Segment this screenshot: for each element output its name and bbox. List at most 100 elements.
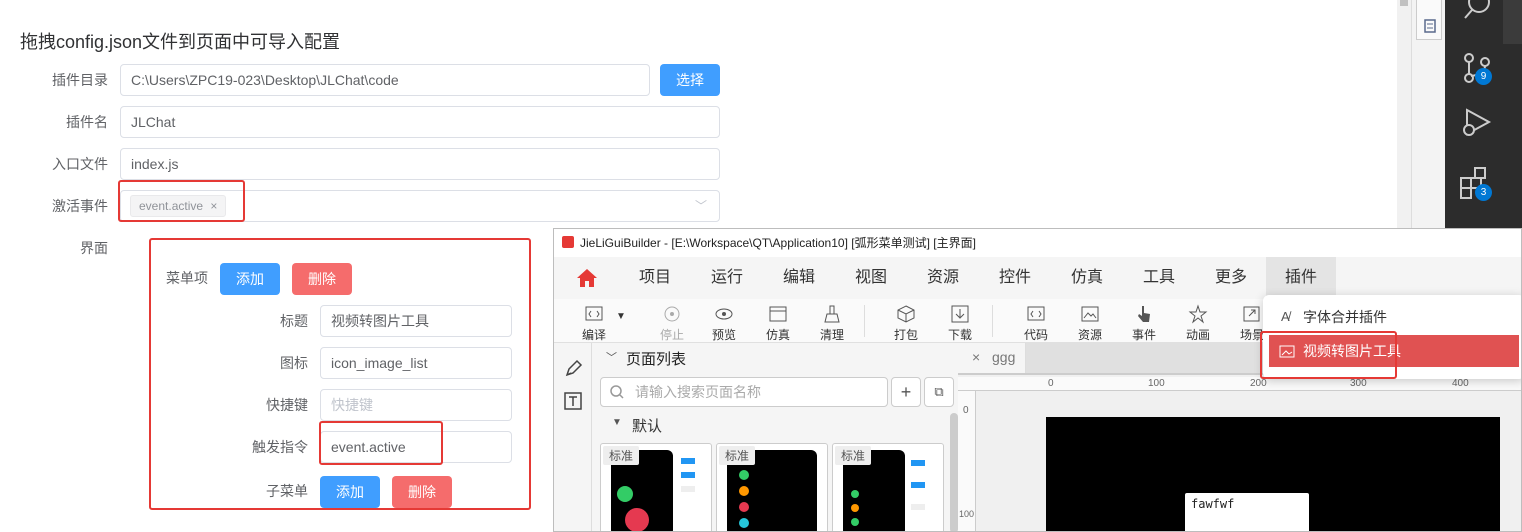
page-list-title: 页面列表	[626, 351, 687, 368]
run-debug-icon[interactable]	[1461, 106, 1495, 140]
search-icon[interactable]	[1457, 0, 1497, 26]
app-logo-icon	[562, 236, 574, 248]
link-icon[interactable]: ⧉	[924, 377, 954, 407]
ruler-label: 0	[963, 405, 969, 416]
ruler-label: 0	[1048, 378, 1054, 389]
highlight-box-trigger	[319, 421, 443, 465]
expand-icon[interactable]: ▼	[612, 417, 622, 428]
menu-more[interactable]: 更多	[1200, 257, 1262, 299]
tool-label: 编译	[581, 328, 606, 342]
highlight-box-dropdown	[1260, 331, 1397, 379]
tool-resource[interactable]: 资源	[1064, 299, 1116, 343]
star-icon	[1188, 304, 1208, 324]
left-ruler: 0 100	[958, 391, 976, 531]
tool-simulate[interactable]: 仿真	[752, 299, 804, 343]
menu-widget[interactable]: 控件	[984, 257, 1046, 299]
add-menu-item-button[interactable]: 添加	[220, 263, 280, 295]
menu-simulate[interactable]: 仿真	[1056, 257, 1118, 299]
tool-event[interactable]: 事件	[1118, 299, 1170, 343]
menu-title-input[interactable]: 视频转图片工具	[320, 305, 512, 337]
ruler-label: 400	[1452, 378, 1469, 389]
pen-icon[interactable]	[563, 357, 585, 379]
font-icon: A̸	[1281, 309, 1290, 324]
menu-items-label: 菜单项	[166, 270, 208, 286]
page-search-input[interactable]: 请输入搜索页面名称	[600, 377, 888, 407]
menu-run[interactable]: 运行	[696, 257, 758, 299]
page-list-panel: ﹀ 页面列表 请输入搜索页面名称 + ⧉ ▼ 默认 标准 标准 标准	[592, 343, 958, 531]
tool-label: 打包	[893, 328, 918, 342]
tool-code[interactable]: 代码	[1010, 299, 1062, 343]
entry-file-input[interactable]: index.js	[120, 148, 720, 180]
close-icon[interactable]: ×	[972, 349, 980, 365]
dropdown-item-font-merge[interactable]: A̸ 字体合并插件	[1269, 301, 1519, 333]
builder-title: JieLiGuiBuilder - [E:\Workspace\QT\Appli…	[580, 236, 976, 250]
text-icon[interactable]	[563, 391, 585, 413]
tool-label: 仿真	[765, 328, 790, 342]
select-dir-button[interactable]: 选择	[660, 64, 720, 96]
delete-submenu-button[interactable]: 删除	[392, 476, 452, 508]
menu-title-label: 标题	[280, 313, 308, 329]
delete-menu-item-button[interactable]: 删除	[292, 263, 352, 295]
activation-event-label: 激活事件	[52, 198, 108, 214]
thumb-label: 标准	[835, 446, 872, 465]
submenu-label: 子菜单	[266, 483, 308, 499]
tool-compile[interactable]: 编译	[568, 299, 620, 343]
outline-tab-icon[interactable]	[1416, 0, 1442, 40]
vscode-side-strip	[1411, 0, 1445, 228]
tool-label: 预览	[711, 328, 736, 342]
add-page-button[interactable]: +	[891, 377, 921, 407]
page-thumbnail[interactable]: 标准	[600, 443, 712, 531]
plugin-dir-label: 插件目录	[52, 72, 108, 88]
editor-tab[interactable]: × ggg	[958, 343, 1026, 373]
panel-scrollbar[interactable]	[950, 413, 958, 531]
menu-plugin[interactable]: 插件	[1266, 257, 1336, 299]
entry-file-label: 入口文件	[52, 156, 108, 172]
stop-icon	[664, 306, 680, 322]
menu-view[interactable]: 视图	[840, 257, 902, 299]
code-icon	[585, 306, 603, 321]
menu-project[interactable]: 项目	[624, 257, 686, 299]
shortcut-input[interactable]: 快捷键	[320, 389, 512, 421]
ruler-label: 200	[1250, 378, 1267, 389]
image-icon	[1081, 306, 1099, 322]
tool-label: 事件	[1131, 328, 1156, 342]
tool-label: 停止	[659, 328, 684, 342]
scm-badge: 9	[1475, 68, 1492, 85]
shortcut-label: 快捷键	[266, 397, 308, 413]
menu-tools[interactable]: 工具	[1128, 257, 1190, 299]
tool-stop[interactable]: 停止	[646, 299, 698, 343]
tool-package[interactable]: 打包	[880, 299, 932, 343]
plugin-dir-input[interactable]: C:\Users\ZPC19-023\Desktop\JLChat\code	[120, 64, 650, 96]
tool-download[interactable]: 下载	[934, 299, 986, 343]
tool-preview[interactable]: 预览	[698, 299, 750, 343]
chevron-down-icon: ﹀	[694, 199, 707, 213]
highlight-box-activation	[118, 180, 245, 222]
collapse-icon[interactable]: ﹀	[606, 349, 617, 365]
ui-label: 界面	[80, 240, 108, 256]
dropdown-item-label: 字体合并插件	[1303, 309, 1387, 325]
tool-animation[interactable]: 动画	[1172, 299, 1224, 343]
menu-edit[interactable]: 编辑	[768, 257, 830, 299]
page-thumbnail[interactable]: 标准	[832, 443, 944, 531]
tool-label: 动画	[1185, 328, 1210, 342]
plugin-name-input[interactable]: JLChat	[120, 106, 720, 138]
canvas-screen[interactable]: fawfwf	[1046, 417, 1500, 531]
tool-clean[interactable]: 清理	[806, 299, 858, 343]
add-submenu-button[interactable]: 添加	[320, 476, 380, 508]
menu-icon-input[interactable]: icon_image_list	[320, 347, 512, 379]
pointer-icon	[1138, 306, 1150, 322]
home-icon[interactable]	[576, 267, 598, 289]
window-icon	[769, 306, 787, 322]
vscode-activity-bar: 9 3	[1445, 0, 1522, 228]
broom-icon	[824, 305, 840, 323]
page-thumbnail[interactable]: 标准	[716, 443, 828, 531]
canvas-label-widget[interactable]: fawfwf	[1185, 493, 1309, 531]
tool-label: 清理	[819, 328, 844, 342]
menu-resource[interactable]: 资源	[912, 257, 974, 299]
builder-left-strip	[554, 343, 592, 531]
search-icon	[610, 385, 624, 399]
builder-window: JieLiGuiBuilder - [E:\Workspace\QT\Appli…	[553, 228, 1522, 532]
page-scrollbar[interactable]	[1397, 0, 1411, 228]
compile-dropdown-icon[interactable]: ▼	[616, 311, 626, 322]
ruler-label: 100	[1148, 378, 1165, 389]
